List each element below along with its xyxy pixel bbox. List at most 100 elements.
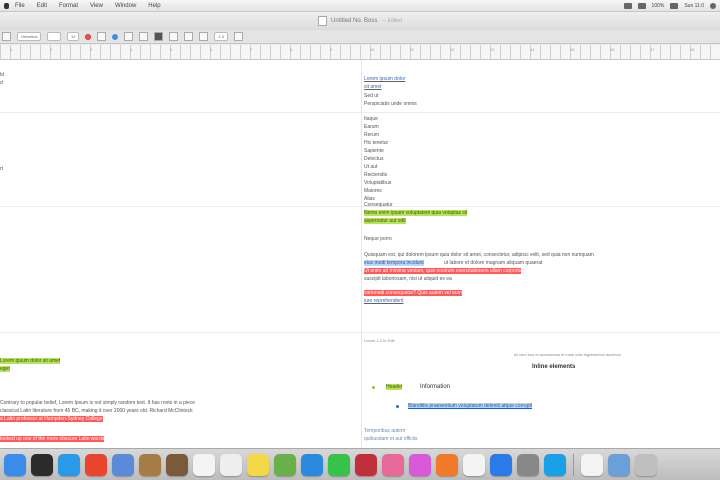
bullet-icon [372,386,375,389]
itunes-icon[interactable] [409,453,431,476]
skype-icon[interactable] [544,453,566,476]
chrome-icon[interactable] [85,453,107,476]
preview-icon[interactable] [112,453,134,476]
caption-text: At vero eos et accusamus et iusto odio d… [514,352,621,357]
list-item: Delectus [364,156,384,162]
photos-color-icon[interactable] [382,453,404,476]
left-column: ld d rt Lorem ipsum dolor sit amet eget … [0,60,360,448]
text-line: Perspiciatis unde omnis [364,101,417,107]
document-page[interactable]: ld d rt Lorem ipsum dolor sit amet eget … [0,60,720,448]
notes-brown-icon[interactable] [139,453,161,476]
line-spacing-select[interactable]: 1.0 [214,32,229,41]
italic-button[interactable] [124,32,134,41]
window-titlebar: Untitled No. Boss — Edited [0,12,720,30]
ruler-tick: 8 [290,47,293,52]
text-color-icon[interactable] [85,33,92,40]
link[interactable]: iure reprehenderit [364,298,403,304]
search-icon[interactable] [710,2,716,9]
link[interactable]: sit amet [364,84,382,90]
list-item: Consequatur [364,202,393,208]
maps-icon[interactable] [274,453,296,476]
ruler-tick: 10 [370,47,375,52]
ruler-tick: 3 [90,47,93,52]
link[interactable]: Blanditiis praesentium voluptatum deleni… [408,403,532,409]
align-left-button[interactable] [154,32,164,41]
highlighted-text: a Latin professor at Hampden-Sydney Coll… [0,416,103,422]
photo-booth-icon[interactable] [355,453,377,476]
justify-button[interactable] [199,32,209,41]
wifi-icon[interactable] [623,2,632,9]
stack-doc-icon[interactable] [581,453,603,476]
activity-icon[interactable] [31,453,53,476]
notes-icon[interactable] [247,453,269,476]
menu-view[interactable]: View [90,3,103,9]
font-family-select[interactable]: Helvetica [17,32,42,41]
highlighted-text: eius modi tempora incidunt [364,260,424,266]
photos-icon[interactable] [301,453,323,476]
font-style-select[interactable] [47,32,62,41]
ruler-tick: 18 [690,47,695,52]
list-item: Maiores [364,188,382,194]
ruler-tick: 15 [570,47,575,52]
safari-icon[interactable] [58,453,80,476]
list-item: Earum [364,124,379,130]
messages-icon[interactable] [328,453,350,476]
books-icon[interactable] [436,453,458,476]
window-title: Untitled No. Boss [331,18,378,24]
highlighted-text: eget [0,366,10,372]
paragraph-text: suscipit laboriosam, nisi ut aliquid ex … [364,276,452,282]
menu-window[interactable]: Window [115,3,136,9]
text-line: Temporibus autem [364,428,406,434]
list-item-text: Information [420,384,451,390]
ruler-tick: 7 [250,47,253,52]
finder-icon[interactable] [4,453,26,476]
bold-button[interactable] [97,32,107,41]
list-item: Ut aut [364,164,378,170]
ruler-tick: 1 [10,47,13,52]
ruler-tick: 9 [330,47,333,52]
ruler-tick: 4 [130,47,133,52]
align-center-button[interactable] [169,32,179,41]
highlighted-text: aspernatur aut odit [364,218,406,224]
stack-folder-icon[interactable] [608,453,630,476]
ruler-tick: 11 [410,47,415,52]
ruler[interactable]: 1 2 3 4 5 6 7 8 9 10 11 12 13 14 15 16 1… [0,45,720,60]
paragraph-style-icon[interactable] [2,32,11,41]
tree-icon[interactable] [166,453,188,476]
ruler-tick: 14 [530,47,535,52]
battery-icon[interactable] [670,2,679,9]
font-size-select[interactable]: 12 [67,32,80,41]
link[interactable]: Lorem ipsum dolor [364,76,405,82]
align-right-button[interactable] [184,32,194,41]
underline-button[interactable] [139,32,149,41]
highlighted-text: commodi consequatur? Quis autem vel eum [364,290,462,296]
document-icon [318,16,328,26]
text-label: Neque porro [364,236,392,242]
menu-format[interactable]: Format [59,3,78,9]
app-store-icon[interactable] [490,453,512,476]
paragraph-text: Quisquam est, qui dolorem ipsum quia dol… [364,252,594,258]
highlight-color-icon[interactable] [112,33,119,40]
menu-edit[interactable]: Edit [37,3,47,9]
dock [0,448,720,480]
trash-icon[interactable] [635,453,657,476]
volume-icon[interactable] [637,2,646,9]
calendar-icon[interactable] [193,453,215,476]
ruler-tick: 16 [610,47,615,52]
highlighted-text: Nemo enim ipsam voluptatem quia voluptas… [364,210,468,216]
textedit-icon[interactable] [463,453,485,476]
document-icon[interactable] [220,453,242,476]
list-style-button[interactable] [234,32,244,41]
highlighted-text: Header [386,384,403,390]
menu-file[interactable]: File [15,3,25,9]
clock[interactable]: Sun 11:0 [684,3,704,9]
paragraph-text: ut labore et dolore magnam aliquam quaer… [444,260,543,266]
list-item: Reiciendis [364,172,388,178]
edited-status: — Edited [381,18,402,24]
right-column: Lorem ipsum dolor sit amet Sed ut Perspi… [364,60,720,448]
settings-icon[interactable] [517,453,539,476]
highlighted-text: Ut enim ad minima veniam, quis nostrum e… [364,268,522,274]
ruler-tick: 5 [170,47,173,52]
menu-help[interactable]: Help [148,3,160,9]
dock-separator [573,453,574,476]
